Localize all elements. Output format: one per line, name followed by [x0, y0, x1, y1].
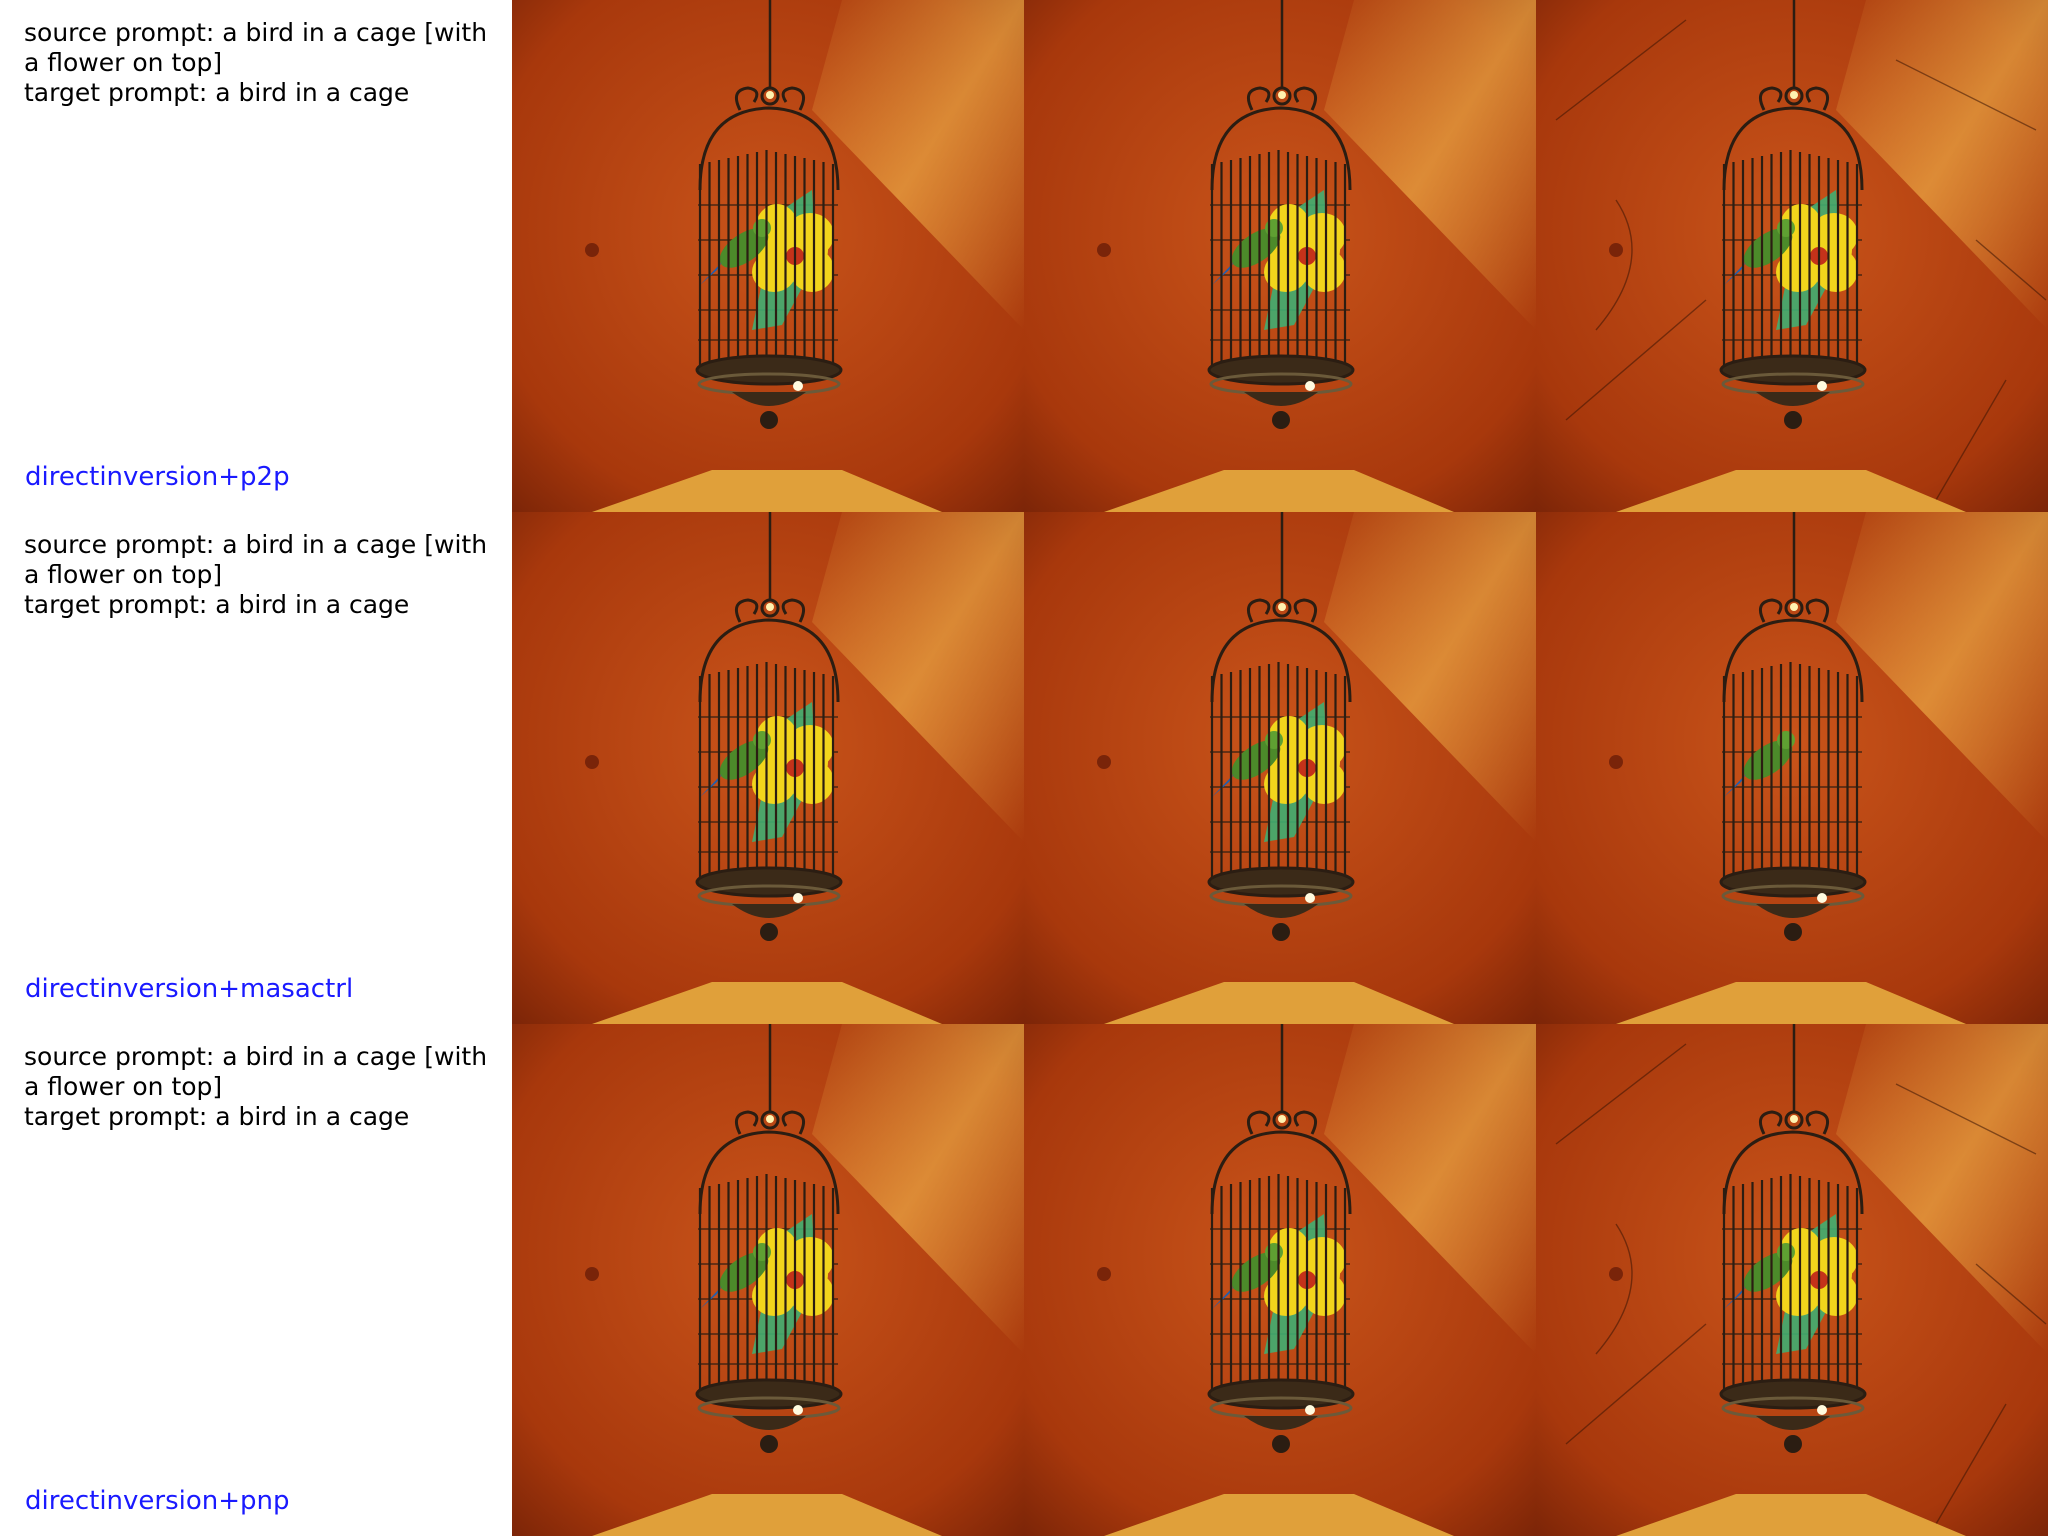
bird-cage-illustration	[1536, 0, 2048, 512]
source-prompt: source prompt: a bird in a cage [with a …	[24, 1042, 488, 1101]
prompt-text: source prompt: a bird in a cage [with a …	[24, 530, 494, 620]
method-label: directinversion+p2p	[25, 462, 290, 492]
bird-cage-illustration	[1536, 1024, 2048, 1536]
result-image	[1536, 1024, 2048, 1536]
target-prompt: target prompt: a bird in a cage	[24, 78, 410, 107]
bird-cage-illustration	[1024, 0, 1536, 512]
result-image	[512, 0, 1024, 512]
result-image	[1536, 0, 2048, 512]
source-prompt: source prompt: a bird in a cage [with a …	[24, 530, 488, 589]
bird-cage-illustration	[512, 1024, 1024, 1536]
bird-cage-illustration	[1536, 512, 2048, 1024]
row-label-panel: source prompt: a bird in a cage [with a …	[0, 0, 512, 512]
source-prompt: source prompt: a bird in a cage [with a …	[24, 18, 488, 77]
method-label: directinversion+masactrl	[25, 974, 354, 1004]
target-prompt: target prompt: a bird in a cage	[24, 590, 410, 619]
result-image	[512, 1024, 1024, 1536]
comparison-row: source prompt: a bird in a cage [with a …	[0, 512, 2048, 1024]
result-image	[1024, 1024, 1536, 1536]
comparison-row: source prompt: a bird in a cage [with a …	[0, 1024, 2048, 1536]
prompt-text: source prompt: a bird in a cage [with a …	[24, 1042, 494, 1132]
result-image	[1024, 0, 1536, 512]
bird-cage-illustration	[512, 0, 1024, 512]
target-prompt: target prompt: a bird in a cage	[24, 1102, 410, 1131]
result-image	[512, 512, 1024, 1024]
row-label-panel: source prompt: a bird in a cage [with a …	[0, 512, 512, 1024]
result-image	[1536, 512, 2048, 1024]
row-label-panel: source prompt: a bird in a cage [with a …	[0, 1024, 512, 1536]
bird-cage-illustration	[1024, 512, 1536, 1024]
bird-cage-illustration	[512, 512, 1024, 1024]
result-image	[1024, 512, 1536, 1024]
comparison-row: source prompt: a bird in a cage [with a …	[0, 0, 2048, 512]
bird-cage-illustration	[1024, 1024, 1536, 1536]
method-label: directinversion+pnp	[25, 1486, 290, 1516]
prompt-text: source prompt: a bird in a cage [with a …	[24, 18, 494, 108]
